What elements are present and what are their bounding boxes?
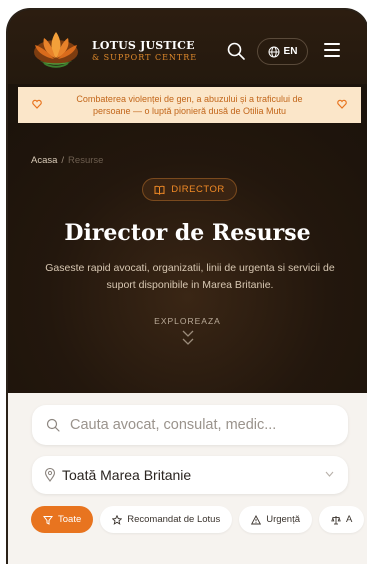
brand-subtitle: & SUPPORT CENTRE <box>92 53 198 62</box>
scales-icon <box>331 515 341 524</box>
language-label: EN <box>283 46 298 57</box>
section-badge: DIRECTOR <box>142 178 237 201</box>
chevron-down-icon[interactable] <box>182 330 194 338</box>
breadcrumb-separator: / <box>61 155 65 166</box>
breadcrumb-home-link[interactable]: Acasa <box>31 155 57 166</box>
explore-label[interactable]: EXPLOREAZA <box>8 316 367 326</box>
app-frame: LOTUS JUSTICE & SUPPORT CENTRE EN Combat… <box>8 10 367 564</box>
filter-chip-label: A <box>346 514 353 525</box>
brand-name[interactable]: LOTUS JUSTICE & SUPPORT CENTRE <box>92 40 197 63</box>
brand-title: LOTUS JUSTICE <box>92 39 195 52</box>
filter-chip-emergency[interactable]: Urgență <box>239 506 313 533</box>
filter-chip-all[interactable]: Toate <box>31 506 94 533</box>
filter-icon <box>43 515 53 525</box>
warning-icon <box>251 514 262 524</box>
page-subtitle: Gaseste rapid avocati, organizatii, lini… <box>45 262 335 291</box>
breadcrumb: Acasa / Resurse <box>31 155 103 166</box>
filter-chip-legal[interactable]: A <box>319 506 365 533</box>
book-icon <box>154 185 165 195</box>
breadcrumb-current: Resurse <box>68 155 104 166</box>
badge-label: DIRECTOR <box>171 184 225 195</box>
search-icon <box>46 418 60 432</box>
globe-icon <box>268 46 280 57</box>
filter-chip-recommended[interactable]: Recomandat de Lotus <box>100 506 233 533</box>
heart-icon <box>32 99 42 109</box>
search-panel: Toată Marea Britanie Toate Recomandat de… <box>8 393 367 564</box>
filter-chip-label: Toate <box>58 514 82 525</box>
chevron-down-icon[interactable] <box>182 338 194 346</box>
hamburger-menu-icon[interactable] <box>324 43 340 57</box>
filter-chip-label: Recomandat de Lotus <box>127 514 221 525</box>
region-select-value: Toată Marea Britanie <box>62 467 192 483</box>
star-icon <box>112 514 123 525</box>
search-input[interactable] <box>70 417 330 433</box>
page-title: Director de Resurse <box>64 220 311 246</box>
location-pin-icon <box>44 468 56 482</box>
hero-section: Acasa / Resurse DIRECTOR Director de Resur… <box>8 123 367 413</box>
filter-chip-label: Urgență <box>266 514 301 525</box>
heart-icon <box>337 99 347 109</box>
banner-text: Combaterea violenței de gen, a abuzului … <box>76 94 303 116</box>
search-field[interactable] <box>32 405 348 445</box>
announcement-banner[interactable]: Combaterea violenței de gen, a abuzului … <box>18 87 361 123</box>
language-switcher[interactable]: EN <box>257 38 308 65</box>
site-header: LOTUS JUSTICE & SUPPORT CENTRE EN <box>8 10 367 84</box>
lotus-logo-icon[interactable] <box>28 28 84 72</box>
region-select[interactable]: Toată Marea Britanie <box>32 456 348 494</box>
chevron-down-icon <box>325 471 334 477</box>
filter-chips: Toate Recomandat de Lotus Urgență A <box>31 506 365 533</box>
search-icon[interactable] <box>226 41 246 61</box>
